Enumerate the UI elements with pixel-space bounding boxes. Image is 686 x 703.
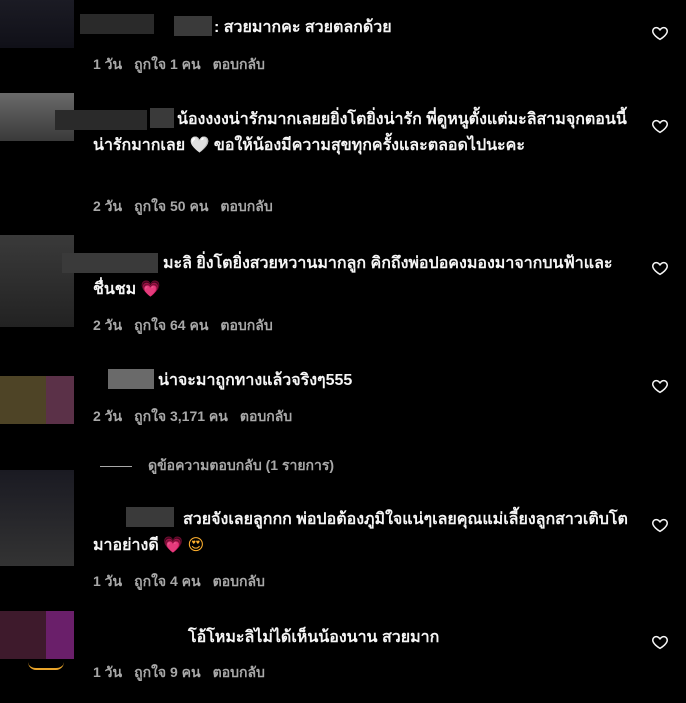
pink-heart-emoji: 💗 [163, 537, 184, 554]
comment-time: 1 วัน [93, 56, 123, 72]
reply-button[interactable]: ตอบกลับ [240, 406, 292, 428]
reply-button[interactable]: ตอบกลับ [213, 571, 265, 593]
like-count[interactable]: ถูกใจ 50 คน [134, 196, 208, 218]
comment-time: 1 วัน [93, 573, 123, 589]
view-replies-toggle[interactable]: ดูข้อความตอบกลับ (1 รายการ) [100, 455, 334, 477]
comment-time: 2 วัน [93, 408, 123, 424]
comment-meta: 2 วัน ถูกใจ 64 คน ตอบกลับ [93, 315, 273, 337]
comment-time: 2 วัน [93, 317, 123, 333]
comment-time: 1 วัน [93, 664, 123, 680]
comment-text: น้องงงงน่ารักมากเลยยยิ่งโตยิ่งน่ารัก พี่… [93, 111, 627, 154]
heart-eyes-emoji: 😍 [187, 537, 205, 554]
username-redacted[interactable] [80, 14, 154, 34]
avatar[interactable] [0, 611, 74, 659]
like-count[interactable]: ถูกใจ 4 คน [134, 571, 201, 593]
comment-meta: 1 วัน ถูกใจ 4 คน ตอบกลับ [93, 571, 265, 593]
pink-heart-emoji: 💗 [140, 281, 161, 298]
reply-button[interactable]: ตอบกลับ [213, 54, 265, 76]
reply-button[interactable]: ตอบกลับ [220, 315, 272, 337]
white-heart-emoji: 🤍 [189, 137, 210, 154]
like-count[interactable]: ถูกใจ 64 คน [134, 315, 208, 337]
like-count[interactable]: ถูกใจ 1 คน [134, 54, 201, 76]
comment-text: มะลิ ยิ่งโตยิ่งสวยหวานมากลูก คิกถึงพ่อปอ… [93, 255, 613, 298]
like-count[interactable]: ถูกใจ 9 คน [134, 662, 201, 684]
heart-outline-icon[interactable] [651, 24, 669, 42]
avatar-ring [28, 662, 64, 670]
comment-meta: 2 วัน ถูกใจ 50 คน ตอบกลับ [93, 196, 273, 218]
comment-text: น่าจะมาถูกทางแล้วจริงๆ555 [158, 372, 353, 389]
comment-text: โอ้โหมะลิไม่ได้เห็นน้องนาน สวยมาก [188, 629, 440, 646]
username-redacted[interactable] [108, 369, 154, 389]
divider [100, 465, 132, 467]
heart-outline-icon[interactable] [651, 516, 669, 534]
heart-outline-icon[interactable] [651, 377, 669, 395]
view-replies-label: ดูข้อความตอบกลับ (1 รายการ) [148, 457, 335, 473]
avatar[interactable] [0, 470, 74, 566]
heart-outline-icon[interactable] [651, 259, 669, 277]
like-count[interactable]: ถูกใจ 3,171 คน [134, 406, 228, 428]
comment-meta: 1 วัน ถูกใจ 9 คน ตอบกลับ [93, 662, 265, 684]
comment-meta: 2 วัน ถูกใจ 3,171 คน ตอบกลับ [93, 406, 292, 428]
username-redacted[interactable] [174, 16, 212, 36]
avatar[interactable] [0, 376, 74, 424]
avatar[interactable] [0, 235, 74, 327]
heart-outline-icon[interactable] [651, 633, 669, 651]
reply-button[interactable]: ตอบกลับ [213, 662, 265, 684]
comment-text: : สวยมากคะ สวยตลกด้วย [214, 19, 392, 36]
comment-meta: 1 วัน ถูกใจ 1 คน ตอบกลับ [93, 54, 265, 76]
comment-text: สวยจังเลยลูกกก พ่อปอต้องภูมิใจแน่ๆเลยคุณ… [93, 511, 628, 554]
comment-time: 2 วัน [93, 198, 123, 214]
reply-button[interactable]: ตอบกลับ [220, 196, 272, 218]
avatar[interactable] [0, 0, 74, 48]
heart-outline-icon[interactable] [651, 117, 669, 135]
